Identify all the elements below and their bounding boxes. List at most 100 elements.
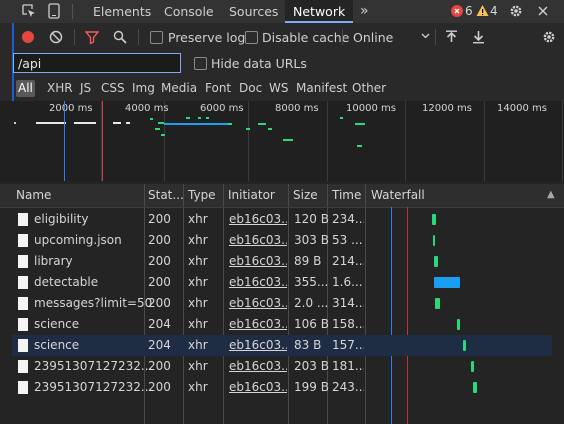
device-toolbar-icon[interactable] [48, 3, 60, 19]
request-status: 200 [148, 233, 171, 247]
dom-content-loaded-marker [64, 101, 65, 181]
chevron-down-icon[interactable] [421, 33, 430, 39]
type-filter-all[interactable]: All [16, 80, 35, 97]
column-header-initiator[interactable]: Initiator [228, 188, 275, 202]
type-filter-doc[interactable]: Doc [239, 81, 262, 95]
request-initiator-link[interactable]: eb16c03... [229, 254, 287, 268]
overview-bar [198, 117, 201, 119]
inspect-element-icon[interactable] [22, 4, 36, 18]
request-time: 243... [332, 380, 364, 394]
column-header-name[interactable]: Name [16, 188, 51, 202]
file-icon [18, 381, 28, 394]
overview-tick: 4000 ms [125, 103, 169, 114]
preserve-log-checkbox[interactable] [150, 31, 163, 44]
type-filter-css[interactable]: CSS [101, 81, 125, 95]
settings-icon[interactable] [509, 4, 523, 18]
overview-bar [14, 122, 16, 124]
request-name: messages?limit=50 [34, 296, 153, 310]
request-row[interactable]: science 204 xhr eb16c03... 83 B 157... [12, 335, 552, 356]
request-type: xhr [188, 296, 208, 310]
request-time: 181... [332, 359, 364, 373]
overview-bar [150, 118, 153, 120]
export-har-icon[interactable] [472, 30, 485, 44]
type-filter-xhr[interactable]: XHR [47, 81, 73, 95]
warning-count[interactable]: 4 [490, 4, 498, 18]
overview-bar [357, 145, 362, 147]
request-status: 200 [148, 275, 171, 289]
type-filter-img[interactable]: Img [132, 81, 155, 95]
type-filter-font[interactable]: Font [205, 81, 231, 95]
overview-bar [186, 117, 190, 119]
request-initiator-link[interactable]: eb16c03... [229, 296, 287, 310]
request-row[interactable]: detectable 200 xhr eb16c03... 355... 1.6… [12, 272, 552, 293]
request-row[interactable]: upcoming.json 200 xhr eb16c03... 303 B 5… [12, 230, 552, 251]
request-initiator-link[interactable]: eb16c03... [229, 212, 287, 226]
request-row[interactable]: science 204 xhr eb16c03... 106 B 158... [12, 314, 552, 335]
request-row[interactable]: 23951307127232... 200 xhr eb16c03... 199… [12, 377, 552, 398]
overview-bar [340, 117, 343, 119]
search-icon[interactable] [113, 30, 127, 44]
error-count[interactable]: 6 [465, 4, 473, 18]
type-filter-media[interactable]: Media [161, 81, 197, 95]
request-initiator-link[interactable]: eb16c03... [229, 359, 287, 373]
request-status: 200 [148, 212, 171, 226]
column-header-time[interactable]: Time [332, 188, 361, 202]
tab-sources[interactable]: Sources [229, 0, 278, 23]
import-har-icon[interactable] [445, 30, 458, 44]
request-initiator-link[interactable]: eb16c03... [229, 317, 287, 331]
request-name: science [34, 338, 80, 352]
request-row[interactable]: eligibility 200 xhr eb16c03... 120 B 234… [12, 209, 552, 230]
request-initiator-link[interactable]: eb16c03... [229, 338, 287, 352]
network-settings-icon[interactable] [542, 30, 556, 44]
overview-gridline [562, 101, 563, 181]
column-header-size[interactable]: Size [293, 188, 318, 202]
request-row[interactable]: library 200 xhr eb16c03... 89 B 214... [12, 251, 552, 272]
overview-bar [161, 134, 165, 136]
type-filter-ws[interactable]: WS [269, 81, 288, 95]
disable-cache-label: Disable cache [262, 30, 350, 45]
hide-data-urls-checkbox[interactable] [194, 57, 207, 70]
request-size: 106 B [294, 317, 329, 331]
preserve-log-label: Preserve log [168, 30, 246, 45]
request-time: 158... [332, 317, 364, 331]
waterfall-bar [433, 235, 435, 246]
overview-bar [246, 128, 250, 130]
request-row[interactable]: messages?limit=50 200 xhr eb16c03... 2.0… [12, 293, 552, 314]
request-initiator-link[interactable]: eb16c03... [229, 275, 287, 289]
filter-icon[interactable] [85, 30, 99, 44]
tab-console[interactable]: Console [164, 0, 214, 23]
column-header-waterfall[interactable]: Waterfall [371, 188, 425, 202]
request-initiator-link[interactable]: eb16c03... [229, 380, 287, 394]
waterfall-bar [473, 382, 477, 393]
type-filter-other[interactable]: Other [352, 81, 386, 95]
waterfall-bar [434, 256, 438, 267]
more-tabs-button[interactable]: » [360, 0, 369, 23]
request-size: 303 B [294, 233, 329, 247]
tab-network[interactable]: Network [285, 0, 354, 23]
type-filter-js[interactable]: JS [80, 81, 91, 95]
error-icon [451, 5, 463, 17]
tab-elements[interactable]: Elements [93, 0, 151, 23]
overview-bar [164, 123, 230, 125]
filter-input[interactable] [13, 53, 181, 73]
request-time: 234... [332, 212, 364, 226]
disable-cache-checkbox[interactable] [245, 31, 258, 44]
request-initiator-link[interactable]: eb16c03... [229, 233, 287, 247]
sort-ascending-icon[interactable]: ▲ [547, 189, 555, 200]
overview-tick: 6000 ms [200, 103, 244, 114]
request-name: 23951307127232... [34, 359, 153, 373]
request-time: 157... [332, 338, 364, 352]
request-row[interactable]: 23951307127232... 200 xhr eb16c03... 203… [12, 356, 552, 377]
column-header-status[interactable]: Stat... [148, 188, 184, 202]
type-filter-manifest[interactable]: Manifest [296, 81, 347, 95]
throttling-select[interactable]: Online [353, 30, 393, 45]
request-type: xhr [188, 359, 208, 373]
record-icon[interactable] [22, 31, 34, 43]
clear-icon[interactable] [49, 30, 63, 44]
request-name: eligibility [34, 212, 89, 226]
column-header-type[interactable]: Type [188, 188, 216, 202]
close-devtools-icon[interactable] [537, 4, 549, 18]
network-toolbar: Preserve log Disable cache Online [0, 23, 564, 51]
request-status: 200 [148, 359, 171, 373]
waterfall-bar [457, 319, 460, 330]
